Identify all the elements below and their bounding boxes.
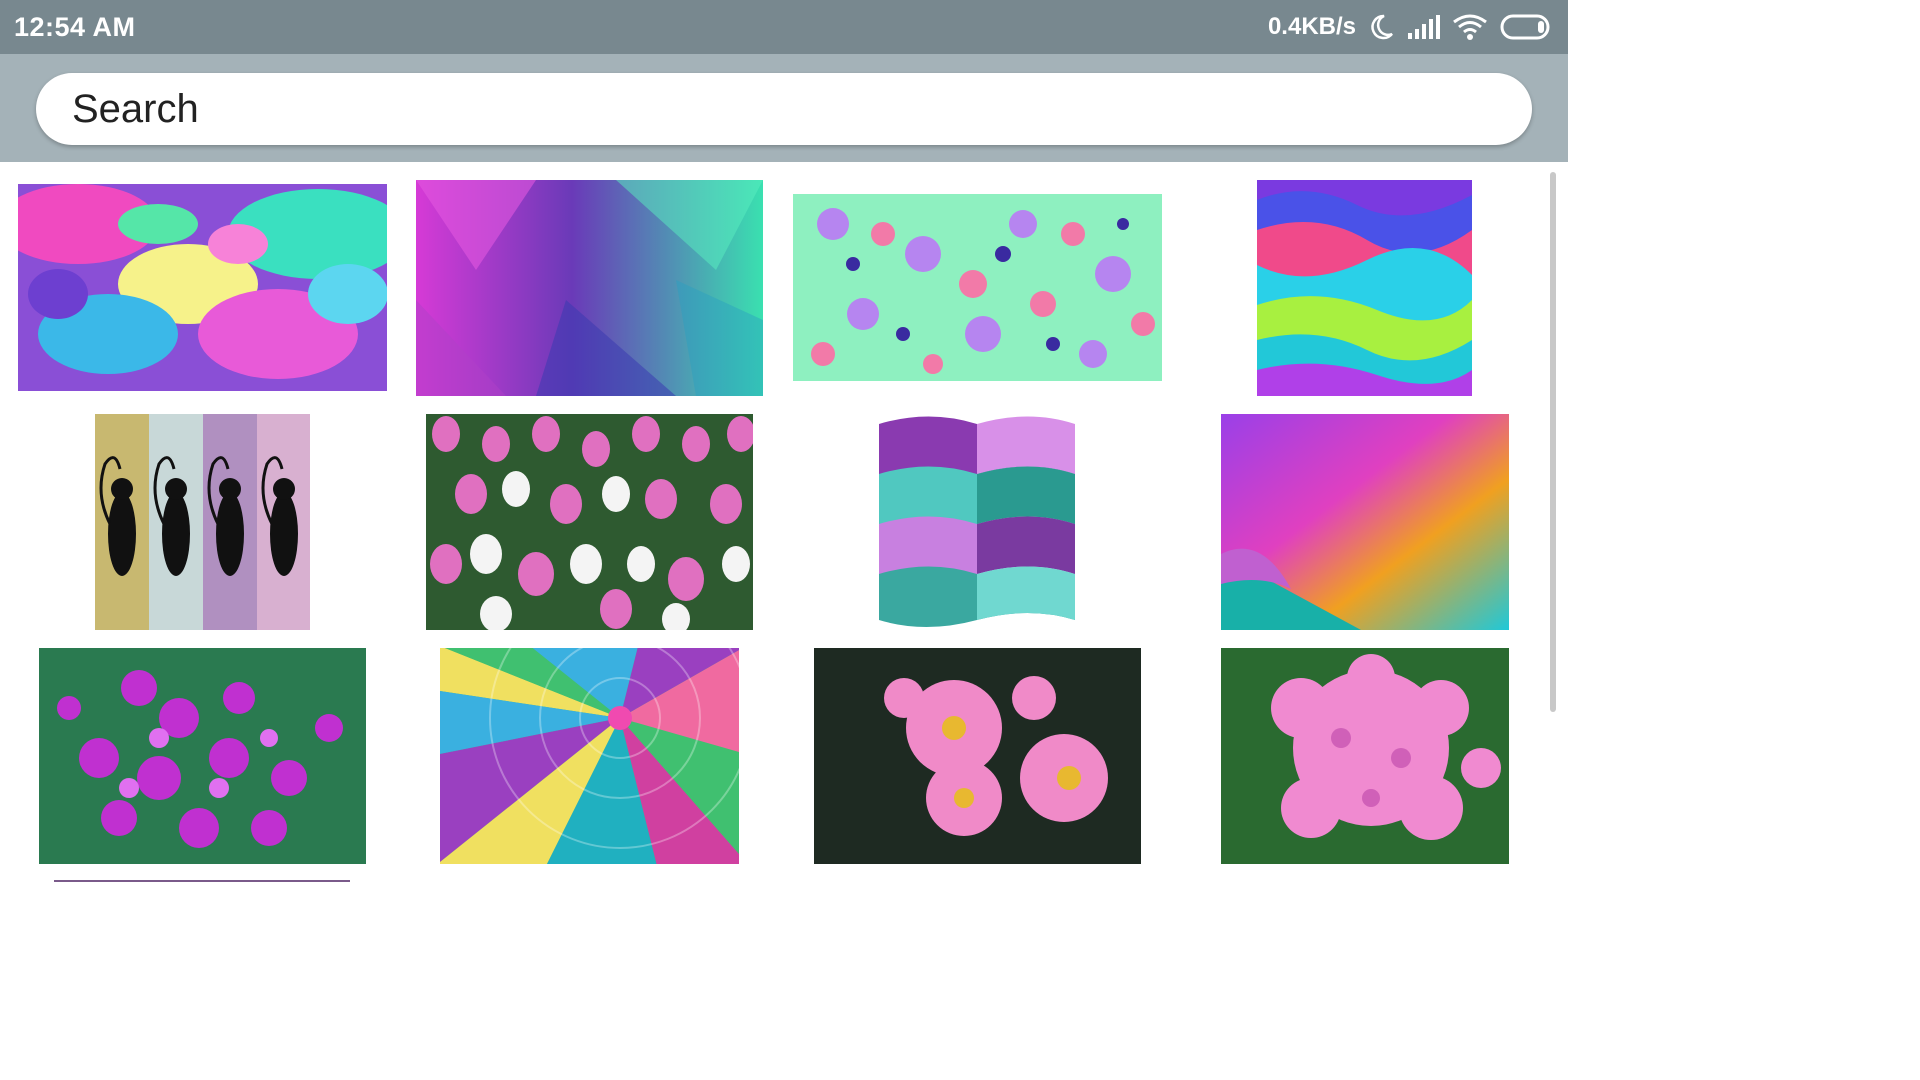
image-thumbnail-2[interactable] — [416, 180, 763, 396]
image-thumbnail-8[interactable] — [1221, 414, 1509, 630]
search-header — [0, 54, 1568, 162]
scrollbar[interactable] — [1550, 172, 1556, 712]
wifi-icon — [1452, 13, 1488, 41]
image-thumbnail-9[interactable] — [39, 648, 366, 864]
moon-icon — [1368, 13, 1394, 41]
image-thumbnail-5[interactable] — [95, 414, 310, 630]
image-thumbnail-7[interactable] — [879, 414, 1075, 630]
image-thumbnail-3[interactable] — [793, 194, 1162, 381]
status-bar: 12:54 AM 0.4KB/s — [0, 0, 1568, 54]
search-input[interactable] — [72, 86, 1532, 132]
network-speed: 0.4KB/s — [1267, 13, 1356, 40]
next-row-edge — [54, 880, 350, 882]
battery-icon — [1500, 13, 1554, 41]
status-icons: 0.4KB/s — [1268, 13, 1554, 41]
status-time: 12:54 AM — [14, 11, 136, 42]
image-thumbnail-4[interactable] — [1257, 180, 1472, 396]
signal-icon — [1406, 15, 1440, 39]
image-thumbnail-6[interactable] — [426, 414, 753, 630]
image-thumbnail-1[interactable] — [18, 184, 387, 391]
image-grid — [0, 162, 1568, 882]
image-thumbnail-12[interactable] — [1221, 648, 1509, 864]
image-thumbnail-11[interactable] — [814, 648, 1141, 864]
image-thumbnail-10[interactable] — [440, 648, 739, 864]
search-box[interactable] — [36, 73, 1532, 145]
